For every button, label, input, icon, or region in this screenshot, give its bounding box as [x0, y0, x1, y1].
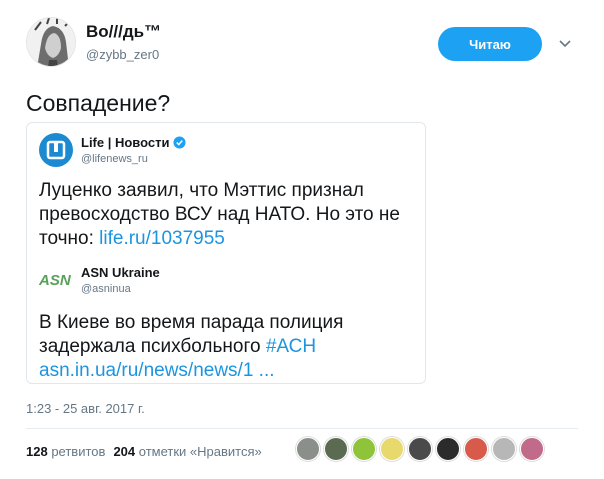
- quoted-handle: @lifenews_ru: [81, 153, 148, 165]
- nested-link[interactable]: asn.in.ua/ru/news/news/1 ...: [39, 360, 275, 381]
- quoted-link[interactable]: life.ru/1037955: [99, 228, 225, 249]
- retweets-count: 128: [26, 444, 48, 459]
- likers-list: [296, 437, 544, 461]
- liker-avatar[interactable]: [324, 437, 348, 461]
- quoted-name[interactable]: Life | Новости: [81, 135, 187, 150]
- quoted-text: Луценко заявил, что Мэттис признал прево…: [39, 179, 419, 251]
- tweet-timestamp[interactable]: 1:23 - 25 авг. 2017 г.: [26, 401, 145, 416]
- svg-text:ASN: ASN: [39, 272, 72, 289]
- liker-avatar[interactable]: [436, 437, 460, 461]
- life-logo-icon: [46, 140, 66, 160]
- liker-avatar[interactable]: [296, 437, 320, 461]
- avatar-icon: [27, 18, 75, 66]
- author-avatar[interactable]: [26, 17, 76, 67]
- quoted-name-label: Life | Новости: [81, 135, 170, 150]
- author-handle[interactable]: @zybb_zer0: [86, 47, 159, 62]
- nested-handle: @asninua: [81, 283, 131, 295]
- liker-avatar[interactable]: [520, 437, 544, 461]
- quoted-avatar[interactable]: [39, 133, 73, 167]
- follow-button[interactable]: Читаю: [438, 27, 542, 61]
- liker-avatar[interactable]: [352, 437, 376, 461]
- chevron-down-icon[interactable]: [557, 36, 573, 52]
- tweet-stats: 128 ретвитов 204 отметки «Нравится»: [26, 444, 262, 459]
- retweets-label: ретвитов: [51, 444, 106, 459]
- liker-avatar[interactable]: [464, 437, 488, 461]
- nested-hashtag[interactable]: #АСН: [266, 336, 316, 357]
- liker-avatar[interactable]: [492, 437, 516, 461]
- tweet-header: Bo///дь™ @zybb_zer0 Читаю: [0, 0, 604, 80]
- verified-icon: [173, 136, 187, 149]
- liker-avatar[interactable]: [408, 437, 432, 461]
- asn-logo-icon[interactable]: ASN: [39, 269, 73, 291]
- retweets-stat[interactable]: 128 ретвитов: [26, 444, 105, 459]
- quoted-tweet[interactable]: Life | Новости @lifenews_ru Луценко заяв…: [26, 122, 426, 384]
- divider: [26, 428, 578, 429]
- tweet-text: Совпадение?: [26, 90, 171, 116]
- nested-name[interactable]: ASN Ukraine: [81, 265, 160, 280]
- likes-stat[interactable]: 204 отметки «Нравится»: [113, 444, 261, 459]
- likes-count: 204: [113, 444, 136, 459]
- liker-avatar[interactable]: [380, 437, 404, 461]
- nested-text: В Киеве во время парада полиция задержал…: [39, 311, 419, 383]
- author-name[interactable]: Bo///дь™: [86, 22, 161, 42]
- likes-label: отметки «Нравится»: [138, 444, 262, 459]
